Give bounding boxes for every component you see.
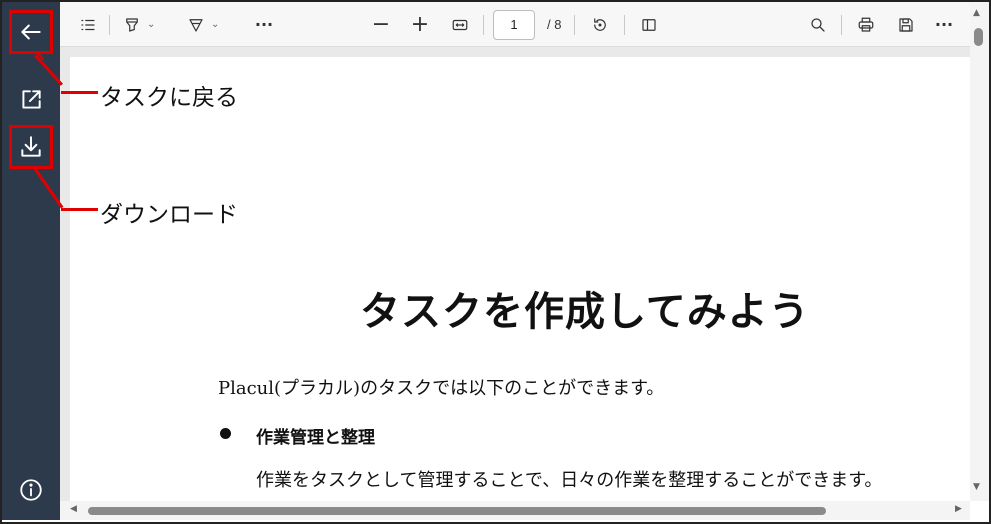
page-view-button[interactable] bbox=[636, 2, 662, 47]
zoom-out-icon: − bbox=[371, 12, 391, 37]
vertical-scrollbar[interactable] bbox=[970, 2, 989, 501]
page-view-icon bbox=[642, 18, 656, 31]
outline-button[interactable] bbox=[76, 2, 100, 47]
callout-connector bbox=[61, 91, 99, 94]
search-button[interactable] bbox=[806, 2, 830, 47]
chevron-down-icon: ⌄ bbox=[204, 19, 220, 30]
chevron-down-icon: ⌄ bbox=[140, 19, 156, 30]
document-title: タスクを作成してみよう bbox=[360, 289, 810, 335]
bullet-icon bbox=[220, 428, 231, 439]
bullet-heading: 作業管理と整理 bbox=[256, 428, 375, 448]
bullet-body: 作業をタスクとして管理することで、日々の作業を整理することができます。 bbox=[256, 470, 883, 491]
draw-icon bbox=[189, 18, 203, 32]
download-icon bbox=[21, 136, 41, 157]
print-icon bbox=[858, 17, 874, 32]
more-options-button[interactable]: ··· bbox=[932, 2, 956, 47]
toolbar-separator bbox=[624, 15, 625, 35]
open-external-icon bbox=[22, 90, 41, 109]
document-intro: Placul(プラカル)のタスクでは以下のことができます。 bbox=[218, 378, 665, 399]
scroll-up-icon[interactable]: ▲ bbox=[973, 8, 980, 18]
vertical-scroll-thumb[interactable] bbox=[974, 28, 983, 46]
download-callout-label: ダウンロード bbox=[98, 195, 240, 229]
page-number-input[interactable]: 1 bbox=[493, 10, 535, 40]
toolbar-separator bbox=[574, 15, 575, 35]
rotate-button[interactable] bbox=[587, 2, 613, 47]
toolbar-separator bbox=[109, 15, 110, 35]
more-icon: ··· bbox=[254, 15, 274, 34]
search-icon bbox=[811, 17, 825, 32]
zoom-in-icon: + bbox=[410, 12, 430, 37]
back-to-task-button[interactable] bbox=[9, 10, 53, 54]
save-icon bbox=[899, 17, 913, 32]
more-tools-button[interactable]: ··· bbox=[252, 2, 276, 47]
callout-connector bbox=[61, 208, 99, 211]
toolbar-separator bbox=[483, 15, 484, 35]
outline-icon bbox=[81, 19, 95, 30]
scroll-right-icon[interactable]: ▶ bbox=[955, 504, 962, 514]
horizontal-scroll-thumb[interactable] bbox=[88, 507, 826, 515]
save-button[interactable] bbox=[894, 2, 918, 47]
page-total-label: / 8 bbox=[547, 17, 562, 32]
fit-width-icon bbox=[452, 19, 468, 30]
toolbar-separator bbox=[841, 15, 842, 35]
more-icon: ··· bbox=[934, 15, 954, 34]
zoom-out-button[interactable]: − bbox=[369, 2, 393, 47]
left-sidebar bbox=[2, 2, 60, 520]
draw-button[interactable]: ⌄ bbox=[182, 2, 224, 47]
highlight-button[interactable]: ⌄ bbox=[118, 2, 160, 47]
print-button[interactable] bbox=[854, 2, 878, 47]
back-arrow-icon bbox=[21, 24, 41, 40]
rotate-icon bbox=[594, 17, 606, 31]
open-external-button[interactable] bbox=[9, 78, 53, 122]
scroll-down-icon[interactable]: ▼ bbox=[973, 482, 980, 492]
zoom-in-button[interactable]: + bbox=[408, 2, 432, 47]
pdf-page: タスクを作成してみよう Placul(プラカル)のタスクでは以下のことができます… bbox=[70, 57, 970, 501]
fit-width-button[interactable] bbox=[447, 2, 473, 47]
pdf-toolbar: ⌄ ⌄ ··· − + 1 / 8 ··· bbox=[60, 2, 970, 47]
back-callout-label: タスクに戻る bbox=[98, 78, 240, 112]
highlight-icon bbox=[125, 17, 138, 32]
download-button[interactable] bbox=[9, 125, 53, 169]
info-icon bbox=[20, 479, 42, 501]
scroll-left-icon[interactable]: ◀ bbox=[70, 504, 77, 514]
info-button[interactable] bbox=[9, 468, 53, 512]
